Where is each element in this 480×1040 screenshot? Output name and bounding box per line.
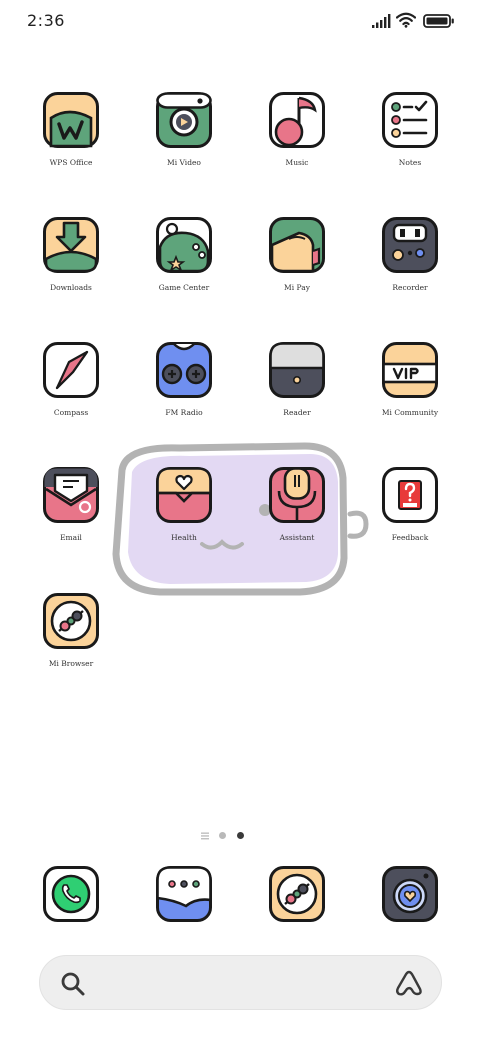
app-label: Mi Browser — [48, 659, 94, 668]
app-mi-pay[interactable]: Mi Pay — [247, 217, 347, 317]
mi-browser-icon — [43, 593, 99, 649]
app-label: Downloads — [50, 283, 92, 292]
app-label: Notes — [398, 158, 422, 167]
app-assistant[interactable]: Assistant — [247, 467, 347, 567]
app-label: WPS Office — [49, 158, 93, 167]
app-label: Email — [60, 533, 82, 542]
search-input[interactable] — [98, 970, 382, 998]
battery-icon — [423, 14, 454, 28]
search-icon[interactable] — [60, 971, 86, 997]
app-label: Mi Video — [167, 158, 201, 167]
app-label: Music — [285, 158, 309, 167]
email-icon — [43, 467, 99, 523]
app-mi-video[interactable]: Mi Video — [134, 92, 234, 192]
app-label: Mi Pay — [284, 283, 310, 292]
app-fm-radio[interactable]: FM Radio — [134, 342, 234, 442]
app-label: Feedback — [391, 533, 429, 542]
search-bar[interactable] — [39, 955, 442, 1010]
app-mi-browser[interactable]: Mi Browser — [21, 593, 121, 693]
music-icon — [269, 92, 325, 148]
app-game-center[interactable]: Game Center — [134, 217, 234, 317]
phone-icon — [43, 866, 99, 922]
recorder-icon — [382, 217, 438, 273]
dock-messages[interactable] — [156, 866, 212, 922]
camera-icon — [382, 866, 438, 922]
downloads-icon — [43, 217, 99, 273]
messages-icon — [156, 866, 212, 922]
app-label: Assistant — [279, 533, 315, 542]
wifi-icon — [396, 12, 416, 28]
fm-radio-icon — [156, 342, 212, 398]
notes-icon — [382, 92, 438, 148]
feedback-icon — [382, 467, 438, 523]
mi-pay-icon — [269, 217, 325, 273]
app-music[interactable]: Music — [247, 92, 347, 192]
app-label: Game Center — [158, 283, 210, 292]
app-recorder[interactable]: Recorder — [360, 217, 460, 317]
mi-community-icon — [382, 342, 438, 398]
app-label: Reader — [283, 408, 311, 417]
app-label: Mi Community — [381, 408, 439, 417]
app-mi-community[interactable]: Mi Community — [360, 342, 460, 442]
app-label: FM Radio — [165, 408, 203, 417]
signal-icon — [372, 14, 391, 28]
status-time: 2:36 — [27, 11, 65, 30]
app-notes[interactable]: Notes — [360, 92, 460, 192]
app-wps-office[interactable]: WPS Office — [21, 92, 121, 192]
dock-browser[interactable] — [269, 866, 325, 922]
app-downloads[interactable]: Downloads — [21, 217, 121, 317]
app-reader[interactable]: Reader — [247, 342, 347, 442]
assistant-icon — [269, 467, 325, 523]
browser-icon — [269, 866, 325, 922]
reader-icon — [269, 342, 325, 398]
app-label: Compass — [53, 408, 89, 417]
page-dot-inactive[interactable] — [219, 832, 226, 839]
app-feedback[interactable]: Feedback — [360, 467, 460, 567]
app-label: Health — [171, 533, 197, 542]
app-health[interactable]: Health — [134, 467, 234, 567]
wps-office-icon — [43, 92, 99, 148]
health-icon — [156, 467, 212, 523]
compass-icon — [43, 342, 99, 398]
status-bar: 2:36 — [0, 0, 480, 44]
mi-video-icon — [156, 92, 212, 148]
dock-phone[interactable] — [43, 866, 99, 922]
app-label: Recorder — [392, 283, 428, 292]
page-indicator[interactable] — [198, 830, 258, 842]
menu-lines-icon — [201, 832, 209, 840]
assistant-triangle-icon[interactable] — [395, 970, 423, 996]
page-dot-active[interactable] — [237, 832, 244, 839]
app-email[interactable]: Email — [21, 467, 121, 567]
game-center-icon — [156, 217, 212, 273]
app-compass[interactable]: Compass — [21, 342, 121, 442]
dock-camera[interactable] — [382, 866, 438, 922]
